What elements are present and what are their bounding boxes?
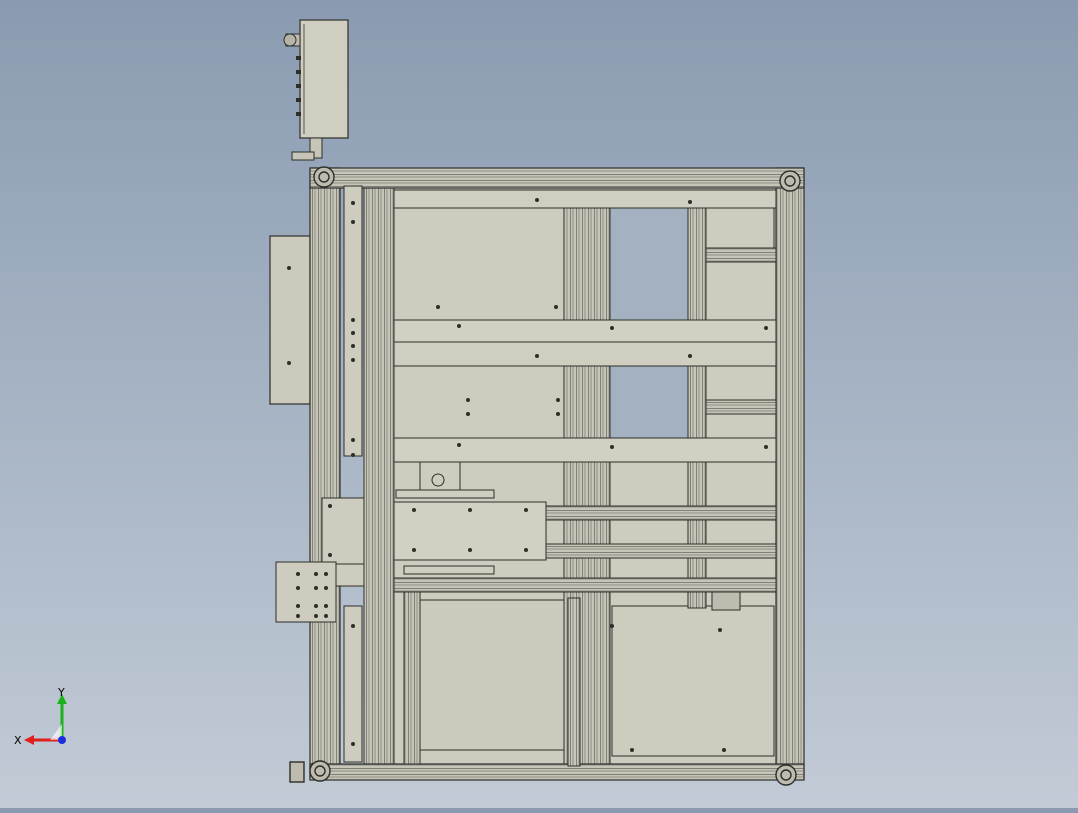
cad-viewport[interactable]: Y X	[0, 0, 1078, 808]
side-panel-left	[269, 235, 311, 405]
y-axis-label: Y	[57, 686, 65, 699]
coordinate-triad: Y X	[14, 686, 67, 747]
frame-assembly-drawing	[269, 19, 805, 786]
control-box	[283, 19, 349, 161]
x-axis-label: X	[14, 734, 22, 747]
